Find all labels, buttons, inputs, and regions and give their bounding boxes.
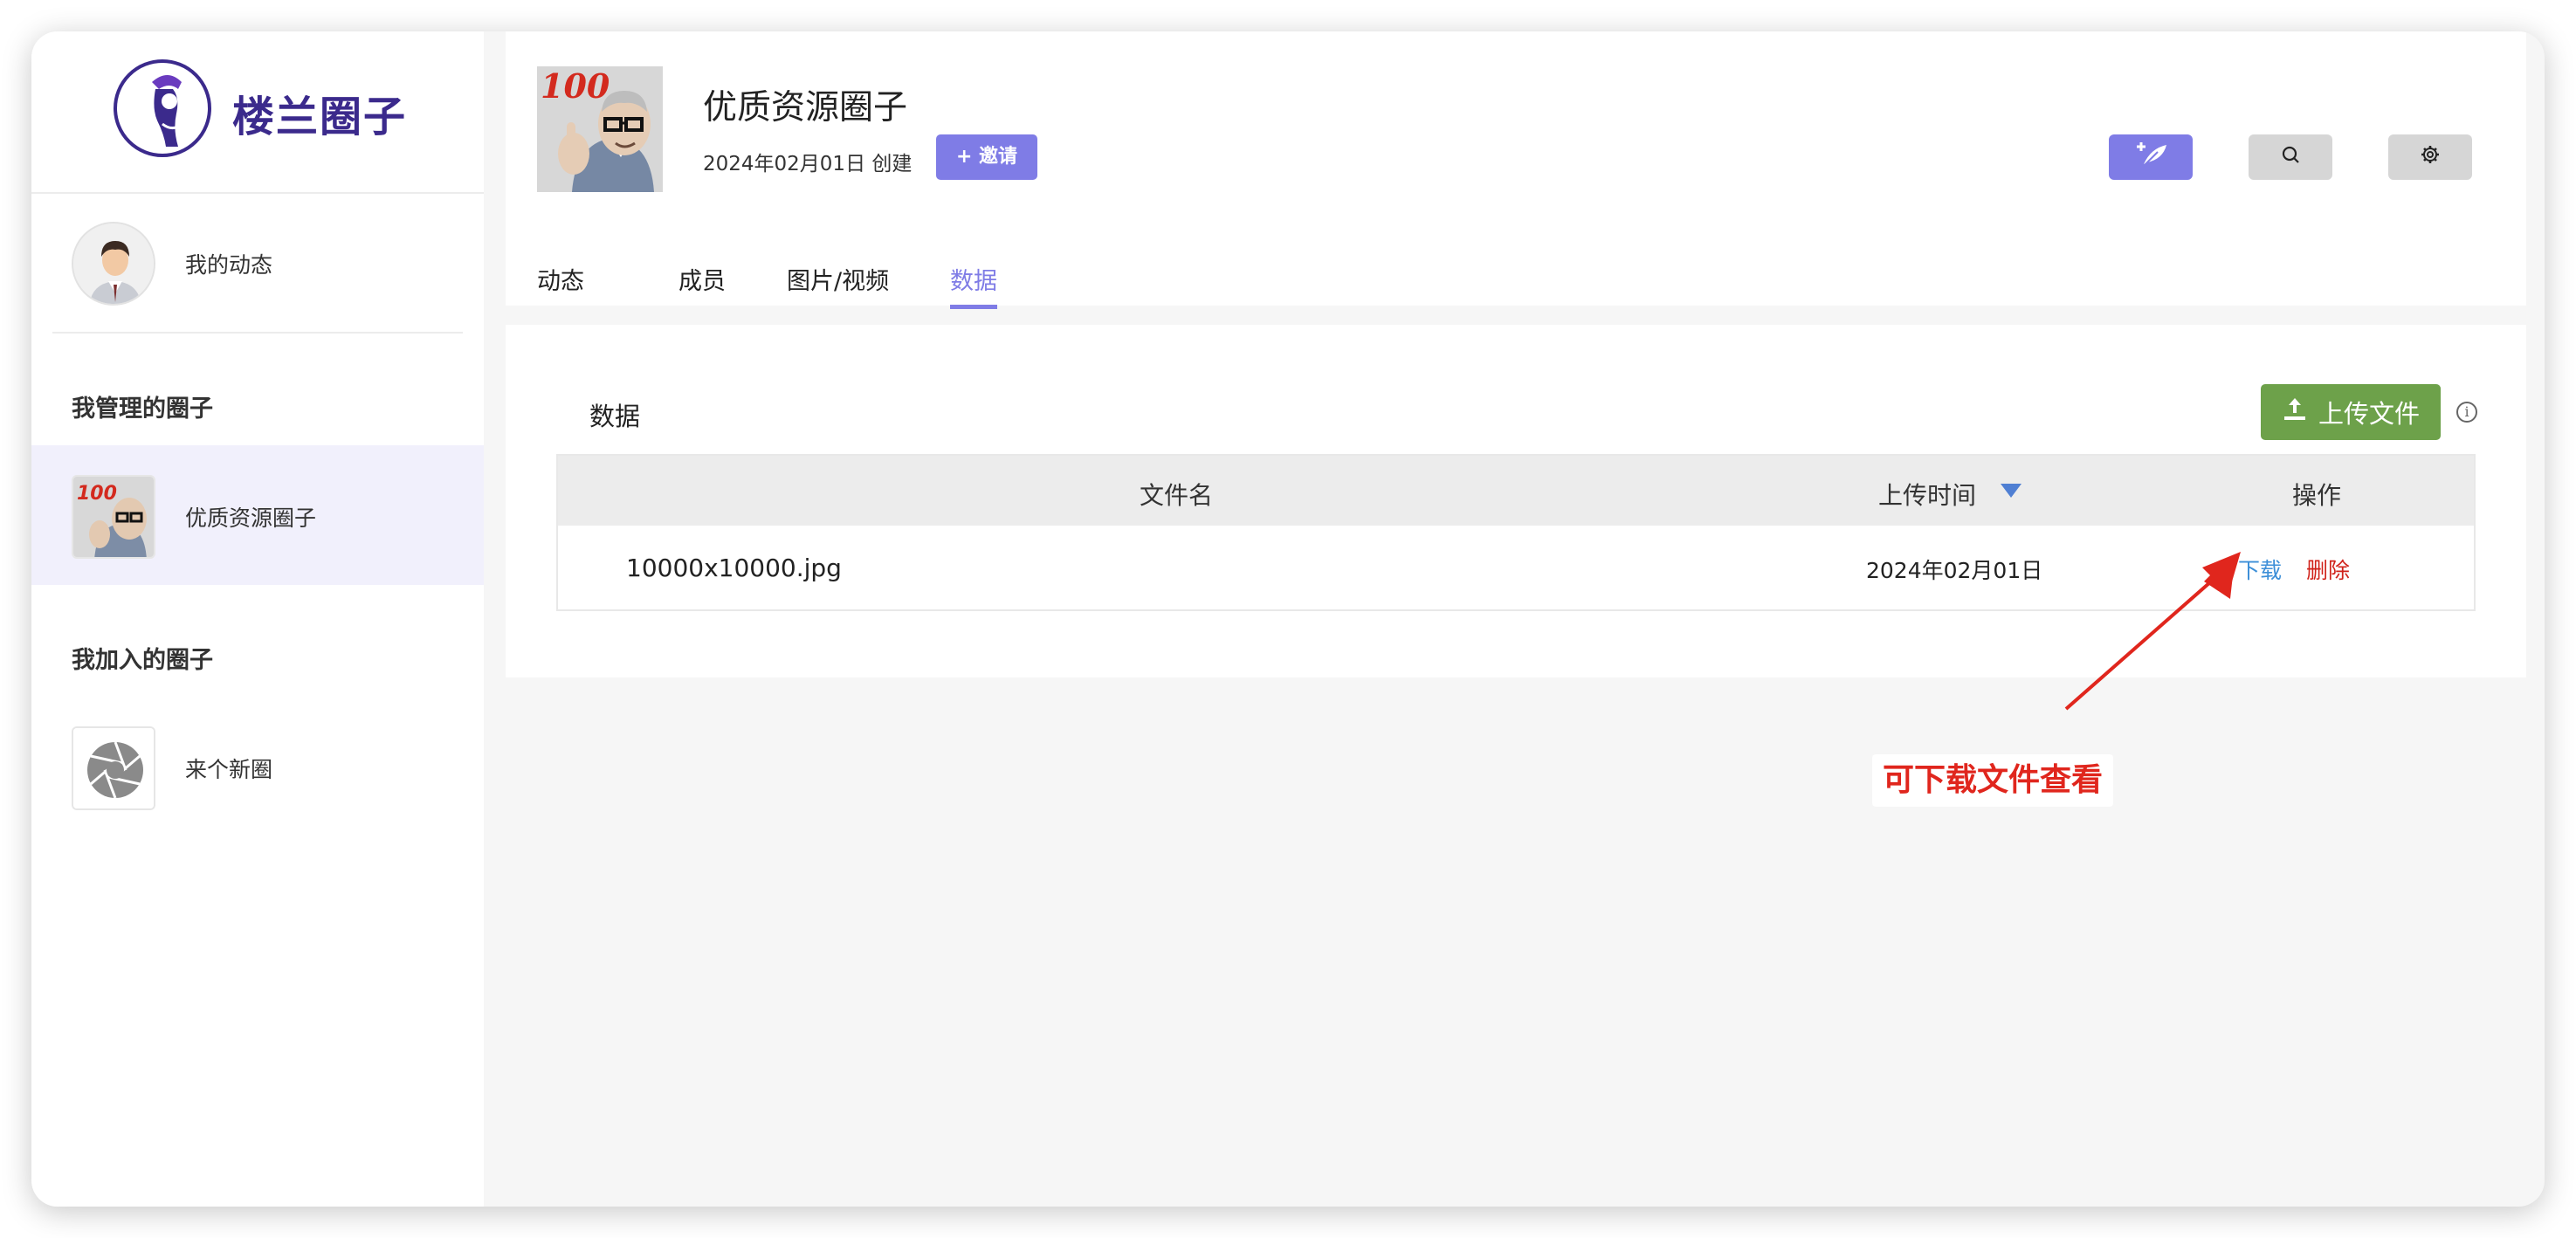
search-button[interactable] bbox=[2249, 134, 2332, 180]
search-icon bbox=[2280, 144, 2301, 171]
sidebar-item-label: 优质资源圈子 bbox=[185, 506, 317, 531]
upload-file-button[interactable]: 上传文件 bbox=[2261, 384, 2441, 440]
brand-header: 楼兰圈子 bbox=[31, 31, 484, 194]
group-cover-image: 100 bbox=[537, 66, 663, 192]
brand-logo-icon bbox=[114, 59, 211, 157]
tab-data[interactable]: 数据 bbox=[950, 262, 997, 309]
sidebar-item-new-circle[interactable]: 来个新圈 bbox=[31, 697, 484, 836]
circle-thumbnail bbox=[72, 726, 155, 810]
download-link[interactable]: 下载 bbox=[2238, 554, 2282, 585]
cover-badge: 100 bbox=[541, 66, 610, 106]
upload-time-cell: 2024年02月01日 bbox=[1866, 558, 2043, 583]
upload-file-label: 上传文件 bbox=[2318, 399, 2420, 429]
tab-members[interactable]: 成员 bbox=[678, 262, 726, 305]
new-post-button[interactable] bbox=[2109, 134, 2193, 180]
feather-plus-icon bbox=[2132, 141, 2170, 174]
group-title: 优质资源圈子 bbox=[703, 88, 908, 127]
sidebar-item-label: 来个新圈 bbox=[185, 757, 273, 782]
group-created-date: 2024年02月01日 创建 bbox=[703, 153, 913, 175]
gear-icon bbox=[2420, 144, 2441, 171]
sidebar-divider bbox=[52, 332, 463, 334]
files-table: 文件名 上传时间 操作 10000x10000.jpg 2024年02月01日 … bbox=[556, 454, 2476, 611]
my-activity-label: 我的动态 bbox=[185, 252, 273, 278]
invite-button[interactable]: + 邀请 bbox=[936, 134, 1037, 180]
sidebar-item-quality-resources[interactable]: 100 优质资源圈子 bbox=[31, 445, 484, 585]
info-icon[interactable]: i bbox=[2456, 402, 2477, 423]
delete-link[interactable]: 删除 bbox=[2306, 554, 2350, 585]
data-section-title: 数据 bbox=[589, 402, 641, 431]
column-filename: 文件名 bbox=[1140, 481, 1214, 510]
settings-button[interactable] bbox=[2388, 134, 2472, 180]
annotation-callout: 可下载文件查看 bbox=[1872, 754, 2114, 807]
table-header: 文件名 上传时间 操作 bbox=[558, 456, 2474, 526]
circle-thumbnail: 100 bbox=[72, 475, 155, 559]
user-avatar bbox=[72, 222, 155, 306]
data-panel: 数据 上传文件 i 文件名 上传时间 操作 10000x10000.jpg 20… bbox=[506, 325, 2526, 677]
circle-header: 100 优质资源圈子 2024年02月01日 创建 + 邀请 动态 成员 图片/… bbox=[506, 31, 2526, 309]
svg-text:100: 100 bbox=[77, 483, 117, 505]
upload-icon bbox=[2282, 396, 2308, 429]
column-upload-time[interactable]: 上传时间 bbox=[1878, 477, 1976, 512]
app-window: 楼兰圈子 我的动态 我管理的圈子 100 优质资源圈子 我加入的圈子 来个新圈 … bbox=[31, 31, 2545, 1207]
my-activity-item[interactable]: 我的动态 bbox=[31, 206, 484, 316]
column-actions: 操作 bbox=[2292, 481, 2342, 510]
tab-activity[interactable]: 动态 bbox=[537, 262, 584, 305]
joined-circles-heading: 我加入的圈子 bbox=[72, 647, 213, 674]
sort-desc-icon[interactable] bbox=[2001, 484, 2022, 498]
file-name-cell: 10000x10000.jpg bbox=[626, 554, 842, 582]
tab-media[interactable]: 图片/视频 bbox=[787, 262, 889, 305]
brand-name: 楼兰圈子 bbox=[232, 93, 408, 141]
managed-circles-heading: 我管理的圈子 bbox=[72, 395, 213, 423]
sidebar: 楼兰圈子 我的动态 我管理的圈子 100 优质资源圈子 我加入的圈子 来个新圈 bbox=[31, 31, 484, 1207]
